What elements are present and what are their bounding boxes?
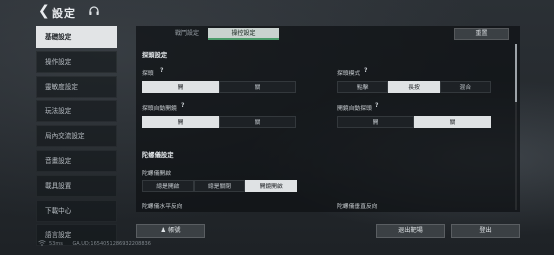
- help-icon[interactable]: ?: [160, 67, 163, 74]
- sidebar-item-sensitivity[interactable]: 靈敏度設定: [36, 75, 117, 98]
- gyro-option-scope-on[interactable]: 開鏡開啟: [245, 180, 298, 192]
- aim-auto-lean-label: 開鏡自動探頭: [337, 106, 372, 112]
- status-bar: 53ms GA.UD:1654051286932208836: [49, 241, 159, 247]
- lean-auto-aim-toggle: 開 關: [142, 116, 296, 128]
- sidebar-item-download[interactable]: 下載中心: [36, 199, 117, 222]
- aim-auto-lean-toggle: 開 關: [337, 116, 491, 128]
- chevron-left-icon[interactable]: ❮: [38, 3, 50, 19]
- section-title-lean: 探頭設定: [142, 52, 168, 59]
- tab-controls[interactable]: 操控設定: [208, 28, 279, 40]
- sidebar-item-communication[interactable]: 局內交流設定: [36, 125, 117, 148]
- logout-button[interactable]: 登出: [451, 224, 520, 238]
- lean-option-on[interactable]: 開: [142, 81, 219, 93]
- gyro-option-always-on[interactable]: 總是開啟: [142, 180, 194, 192]
- gyro-mode-toggle: 總是開啟 總是關閉 開鏡開啟: [142, 180, 298, 192]
- sidebar-item-controls[interactable]: 操作設定: [36, 50, 117, 73]
- sidebar-item-vehicle[interactable]: 載具設置: [36, 174, 117, 197]
- gyro-option-always-off[interactable]: 總是關閉: [193, 180, 246, 192]
- gyro-vertical-label: 陀螺儀垂直反向: [337, 204, 378, 210]
- section-title-gyro: 陀螺儀設定: [142, 152, 174, 159]
- gyro-on-label: 陀螺儀開啟: [142, 171, 171, 177]
- lean-mode-option-tap[interactable]: 點擊: [337, 81, 389, 93]
- gyro-horizontal-label: 陀螺儀水平反向: [142, 204, 183, 210]
- page-title: 設定: [52, 7, 76, 20]
- lean-mode-option-hold[interactable]: 長按: [388, 81, 440, 93]
- uid-text: GA.UD:1654051286932208836: [72, 241, 151, 247]
- sidebar-item-audio-video[interactable]: 音畫設定: [36, 149, 117, 172]
- top-bar: ❮ 設定: [0, 0, 554, 24]
- aim-auto-lean-option-off[interactable]: 關: [414, 116, 491, 128]
- reset-button[interactable]: 重置: [454, 28, 509, 40]
- sidebar: 基礎設定 操作設定 靈敏度設定 玩法設定 局內交流設定 音畫設定 載具設置 下載…: [36, 26, 117, 249]
- account-button-label: 帳號: [168, 227, 181, 234]
- wifi-icon: [38, 240, 46, 246]
- lean-label: 探頭: [142, 71, 154, 77]
- lean-toggle: 開 關: [142, 81, 296, 93]
- help-icon[interactable]: ?: [364, 67, 367, 74]
- exit-range-button[interactable]: 退出靶場: [376, 224, 445, 238]
- lean-mode-option-mixed[interactable]: 混合: [439, 81, 491, 93]
- sidebar-item-basic[interactable]: 基礎設定: [36, 26, 117, 48]
- sidebar-item-gameplay[interactable]: 玩法設定: [36, 100, 117, 123]
- lean-auto-aim-label: 探頭自動開鏡: [142, 106, 177, 112]
- help-icon[interactable]: ?: [375, 102, 378, 109]
- user-icon: ♟: [160, 227, 167, 234]
- lean-mode-label: 探頭模式: [337, 71, 361, 77]
- scrollbar-thumb[interactable]: [515, 44, 517, 102]
- lean-auto-aim-option-off[interactable]: 關: [219, 116, 296, 128]
- account-button[interactable]: ♟ 帳號: [136, 224, 205, 238]
- headset-icon[interactable]: [88, 5, 100, 17]
- help-icon[interactable]: ?: [181, 102, 184, 109]
- aim-auto-lean-option-on[interactable]: 開: [337, 116, 414, 128]
- lean-option-off[interactable]: 關: [219, 81, 296, 93]
- ping-text: 53ms: [49, 241, 63, 247]
- lean-auto-aim-option-on[interactable]: 開: [142, 116, 219, 128]
- lean-mode-toggle: 點擊 長按 混合: [337, 81, 491, 93]
